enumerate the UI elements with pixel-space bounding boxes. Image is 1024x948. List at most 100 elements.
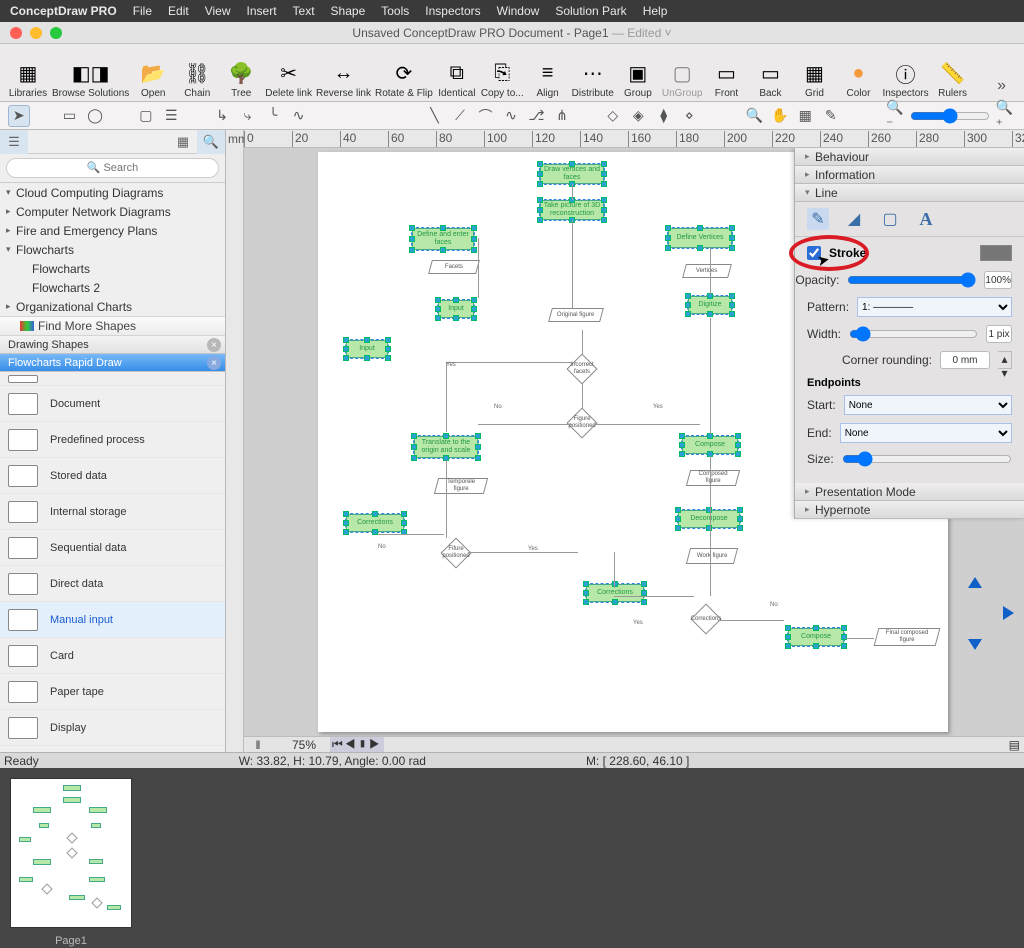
selection-handle[interactable] — [443, 433, 449, 439]
flowchart-connector[interactable] — [710, 248, 711, 294]
toolbar-distribute[interactable]: ⋯Distribute — [572, 59, 614, 99]
line-tool[interactable]: ╲ — [424, 105, 446, 127]
menu-file[interactable]: File — [133, 4, 152, 18]
flowchart-decision[interactable]: Incorrect facets — [566, 353, 597, 384]
selection-handle[interactable] — [601, 171, 607, 177]
selection-handle[interactable] — [471, 236, 477, 242]
hscroll-right[interactable]: ▤ — [1009, 738, 1020, 752]
page-thumbnail[interactable]: Page1 — [10, 778, 132, 928]
selection-handle[interactable] — [343, 529, 349, 535]
selection-handle[interactable] — [343, 337, 349, 343]
selection-handle[interactable] — [435, 297, 441, 303]
selection-handle[interactable] — [729, 311, 735, 317]
flowchart-data[interactable]: Final composed figure — [874, 628, 941, 646]
selection-handle[interactable] — [409, 225, 415, 231]
selection-handle[interactable] — [707, 311, 713, 317]
tree-item[interactable]: ▸Computer Network Diagrams — [0, 202, 225, 221]
toolbar-align[interactable]: ≡Align — [528, 59, 568, 99]
toolbar-chain[interactable]: ⛓Chain — [177, 59, 217, 99]
menu-window[interactable]: Window — [497, 4, 540, 18]
toolbar-delete-link[interactable]: ✂Delete link — [265, 59, 312, 99]
selection-handle[interactable] — [813, 625, 819, 631]
zoom-value[interactable]: 75% — [276, 738, 316, 752]
line-tab-stroke[interactable]: ✎ — [807, 208, 829, 230]
zoom-slider[interactable] — [910, 108, 990, 124]
menu-edit[interactable]: Edit — [168, 4, 189, 18]
sidebar-view-list[interactable]: ☰ — [0, 130, 28, 154]
selection-handle[interactable] — [675, 516, 681, 522]
flowchart-connector[interactable] — [572, 184, 573, 200]
selection-handle[interactable] — [343, 355, 349, 361]
selection-handle[interactable] — [537, 207, 543, 213]
ellipse-tool[interactable]: ◯ — [84, 105, 106, 127]
end-select[interactable]: None — [840, 423, 1012, 443]
rounding-stepper[interactable]: ▴▾ — [998, 351, 1012, 369]
rounding-value[interactable]: 0 mm — [940, 351, 990, 369]
flowchart-connector[interactable] — [582, 384, 583, 408]
tree-item[interactable]: ▾Cloud Computing Diagrams — [0, 183, 225, 202]
text-tool[interactable]: ▢ — [135, 105, 157, 127]
zoom-tool[interactable]: 🔍 — [743, 105, 765, 127]
selection-handle[interactable] — [583, 599, 589, 605]
selection-handle[interactable] — [453, 315, 459, 321]
selection-handle[interactable] — [706, 507, 712, 513]
selection-handle[interactable] — [675, 525, 681, 531]
flowchart-connector[interactable] — [468, 552, 578, 553]
edit-points-tool-3[interactable]: ⧫ — [653, 105, 675, 127]
page-nav-controls[interactable]: ⏮◀▮▶ — [330, 737, 384, 752]
flowchart-connector[interactable] — [710, 318, 711, 434]
selection-handle[interactable] — [537, 217, 543, 223]
toolbar-tree[interactable]: 🌳Tree — [221, 59, 261, 99]
menu-view[interactable]: View — [205, 4, 231, 18]
flowchart-data[interactable]: Facets — [428, 260, 480, 274]
nav-down-button[interactable] — [968, 639, 982, 650]
selection-handle[interactable] — [537, 171, 543, 177]
menu-solution-park[interactable]: Solution Park — [555, 4, 626, 18]
rect-select-tool[interactable]: ▦ — [794, 105, 816, 127]
selection-handle[interactable] — [612, 599, 618, 605]
selection-handle[interactable] — [401, 520, 407, 526]
selection-handle[interactable] — [411, 444, 417, 450]
selection-handle[interactable] — [641, 581, 647, 587]
shape-row[interactable]: Manual input — [0, 602, 225, 638]
toolbar-ungroup[interactable]: ▢UnGroup — [662, 59, 703, 99]
toolbar-front[interactable]: ▭Front — [706, 59, 746, 99]
flowchart-connector[interactable] — [614, 596, 694, 597]
flowchart-connector[interactable] — [478, 238, 479, 298]
selection-handle[interactable] — [785, 643, 791, 649]
shape-row[interactable]: Document — [0, 386, 225, 422]
selection-handle[interactable] — [665, 245, 671, 251]
menu-inspectors[interactable]: Inspectors — [425, 4, 480, 18]
selection-handle[interactable] — [409, 236, 415, 242]
toolbar-browse-solutions[interactable]: ◧◨Browse Solutions — [52, 59, 129, 99]
selection-handle[interactable] — [685, 311, 691, 317]
selection-handle[interactable] — [343, 346, 349, 352]
toolbar-rotate-flip[interactable]: ⟳Rotate & Flip — [375, 59, 433, 99]
flowchart-connector[interactable] — [446, 460, 447, 538]
toolbar-back[interactable]: ▭Back — [750, 59, 790, 99]
shape-row[interactable]: Card — [0, 638, 225, 674]
selection-handle[interactable] — [601, 197, 607, 203]
selection-handle[interactable] — [475, 433, 481, 439]
selection-handle[interactable] — [537, 161, 543, 167]
selection-handle[interactable] — [440, 247, 446, 253]
find-more-shapes-link[interactable]: Find More Shapes — [0, 316, 225, 336]
selection-handle[interactable] — [601, 217, 607, 223]
shape-row-partial[interactable] — [0, 372, 225, 386]
zoom-in-button[interactable]: 🔍⁺ — [994, 105, 1016, 127]
inspector-section-line[interactable]: ▾Line — [795, 184, 1024, 202]
selection-handle[interactable] — [679, 451, 685, 457]
selection-handle[interactable] — [735, 442, 741, 448]
selection-handle[interactable] — [435, 315, 441, 321]
selection-handle[interactable] — [737, 516, 743, 522]
flowchart-connector[interactable] — [378, 534, 444, 535]
selection-handle[interactable] — [685, 293, 691, 299]
toolbar-rulers[interactable]: 📏Rulers — [933, 59, 973, 99]
opacity-slider[interactable] — [847, 272, 976, 288]
toolbar-overflow[interactable]: » — [987, 73, 1016, 99]
selection-handle[interactable] — [841, 643, 847, 649]
selection-handle[interactable] — [475, 455, 481, 461]
line-tab-fill[interactable]: ▢ — [879, 208, 901, 230]
stroke-checkbox[interactable] — [807, 246, 821, 260]
selection-handle[interactable] — [411, 455, 417, 461]
